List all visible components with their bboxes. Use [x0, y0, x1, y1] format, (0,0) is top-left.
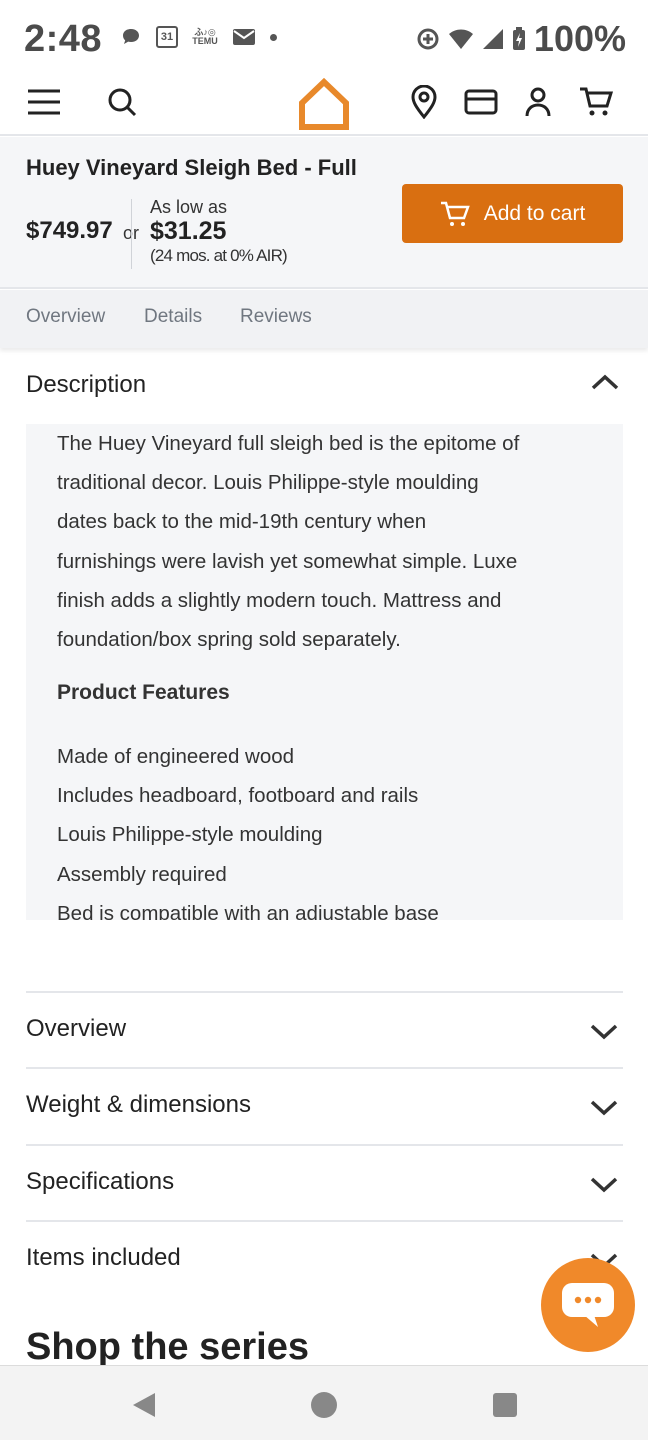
signal-icon: [482, 28, 504, 50]
system-navigation-bar: [0, 1365, 648, 1440]
accordion-title: Specifications: [26, 1168, 175, 1195]
as-low-as-text: As low as: [150, 197, 228, 217]
temu-icon: ふ♪◎ TEMU: [192, 27, 218, 46]
accordion-overview[interactable]: Overview: [26, 991, 623, 1067]
chevron-down-icon: [590, 1177, 618, 1193]
chevron-down-icon: [590, 1024, 618, 1040]
app-header: [0, 78, 648, 136]
financing-terms: (24 mos. at 0% AIR): [150, 246, 288, 265]
monthly-price: $31.25: [150, 217, 227, 245]
tab-overview[interactable]: Overview: [26, 306, 105, 328]
accordion-specifications[interactable]: Specifications: [26, 1144, 623, 1220]
accordion-title: Overview: [26, 1015, 127, 1042]
cart-icon: [440, 201, 470, 226]
price-divider: [131, 199, 132, 269]
hamburger-icon: [28, 89, 60, 115]
description-body: The Huey Vineyard full sleigh bed is the…: [57, 424, 597, 659]
recents-button[interactable]: [485, 1388, 525, 1422]
description-line: dates back to the mid-19th century when: [57, 510, 427, 534]
status-bar: 2:48 31 ふ♪◎ TEMU 100%: [0, 0, 648, 80]
home-circle-icon: [311, 1392, 337, 1418]
accordion-weight-dimensions[interactable]: Weight & dimensions: [26, 1067, 623, 1143]
product-title: Huey Vineyard Sleigh Bed - Full: [26, 155, 357, 180]
accordion-items-included[interactable]: Items included: [26, 1220, 623, 1296]
cart-button[interactable]: [574, 78, 618, 126]
description-line: furnishings were lavish yet somewhat sim…: [57, 549, 518, 573]
calendar-icon: 31: [156, 26, 178, 48]
mail-icon: [232, 28, 256, 46]
chevron-down-icon: [590, 1100, 618, 1116]
section-tabs: Overview Details Reviews: [0, 290, 648, 348]
house-logo-icon: [299, 78, 349, 130]
shop-the-series-heading: Shop the series: [26, 1326, 309, 1368]
feature-item: Includes headboard, footboard and rails: [57, 784, 419, 808]
recents-square-icon: [493, 1393, 517, 1417]
location-pin-icon: [411, 85, 437, 119]
home-button[interactable]: [304, 1388, 344, 1422]
product-price: $749.97: [26, 217, 113, 244]
feature-item: Made of engineered wood: [57, 745, 295, 768]
search-button[interactable]: [100, 78, 144, 126]
back-button[interactable]: [124, 1388, 164, 1422]
home-logo-link[interactable]: [294, 78, 354, 130]
more-notifications-dot-icon: [270, 33, 277, 41]
data-saver-icon: [416, 27, 440, 51]
credit-card-button[interactable]: [459, 78, 503, 126]
description-line: The Huey Vineyard full sleigh bed is the…: [57, 432, 520, 455]
accordion-title: Items included: [26, 1244, 181, 1271]
search-icon: [108, 88, 137, 117]
user-icon: [525, 87, 551, 117]
credit-card-icon: [464, 89, 498, 115]
tab-details[interactable]: Details: [144, 306, 202, 328]
chevron-up-icon: [591, 374, 619, 390]
description-line: finish adds a slightly modern touch. Mat…: [57, 588, 502, 612]
account-button[interactable]: [516, 78, 560, 126]
description-accordion-header[interactable]: Description: [0, 350, 648, 424]
sticky-product-bar: Huey Vineyard Sleigh Bed - Full $749.97 …: [0, 137, 648, 289]
temu-label: TEMU: [192, 36, 218, 46]
description-content: The Huey Vineyard full sleigh bed is the…: [26, 424, 623, 920]
chat-notification-icon: [120, 26, 142, 48]
description-title: Description: [26, 371, 147, 398]
accordion-title: Weight & dimensions: [26, 1091, 251, 1118]
status-time: 2:48: [24, 18, 103, 60]
feature-item: Assembly required: [57, 862, 227, 886]
notification-icons: 31 ふ♪◎ TEMU: [120, 26, 277, 48]
feature-item: Louis Philippe-style moulding: [57, 823, 323, 847]
back-triangle-icon: [133, 1393, 155, 1417]
wifi-icon: [448, 28, 474, 50]
battery-percent: 100%: [533, 18, 626, 59]
system-icons: 100%: [416, 18, 626, 60]
product-features-title: Product Features: [57, 681, 230, 704]
cart-icon: [580, 87, 613, 116]
store-locator-button[interactable]: [402, 78, 446, 126]
battery-icon: [512, 27, 526, 51]
description-line: traditional decor. Louis Philippe-style …: [57, 471, 479, 495]
add-to-cart-button[interactable]: Add to cart: [402, 184, 623, 243]
menu-button[interactable]: [22, 78, 66, 126]
chat-button[interactable]: [541, 1258, 635, 1352]
tab-reviews[interactable]: Reviews: [240, 306, 312, 328]
chat-bubble-icon: [562, 1283, 614, 1327]
description-line: foundation/box spring sold separately.: [57, 628, 401, 652]
product-features-list: Made of engineered wood Includes headboa…: [57, 737, 439, 920]
feature-item: Bed is compatible with an adjustable bas…: [57, 901, 439, 920]
add-to-cart-label: Add to cart: [483, 201, 586, 225]
